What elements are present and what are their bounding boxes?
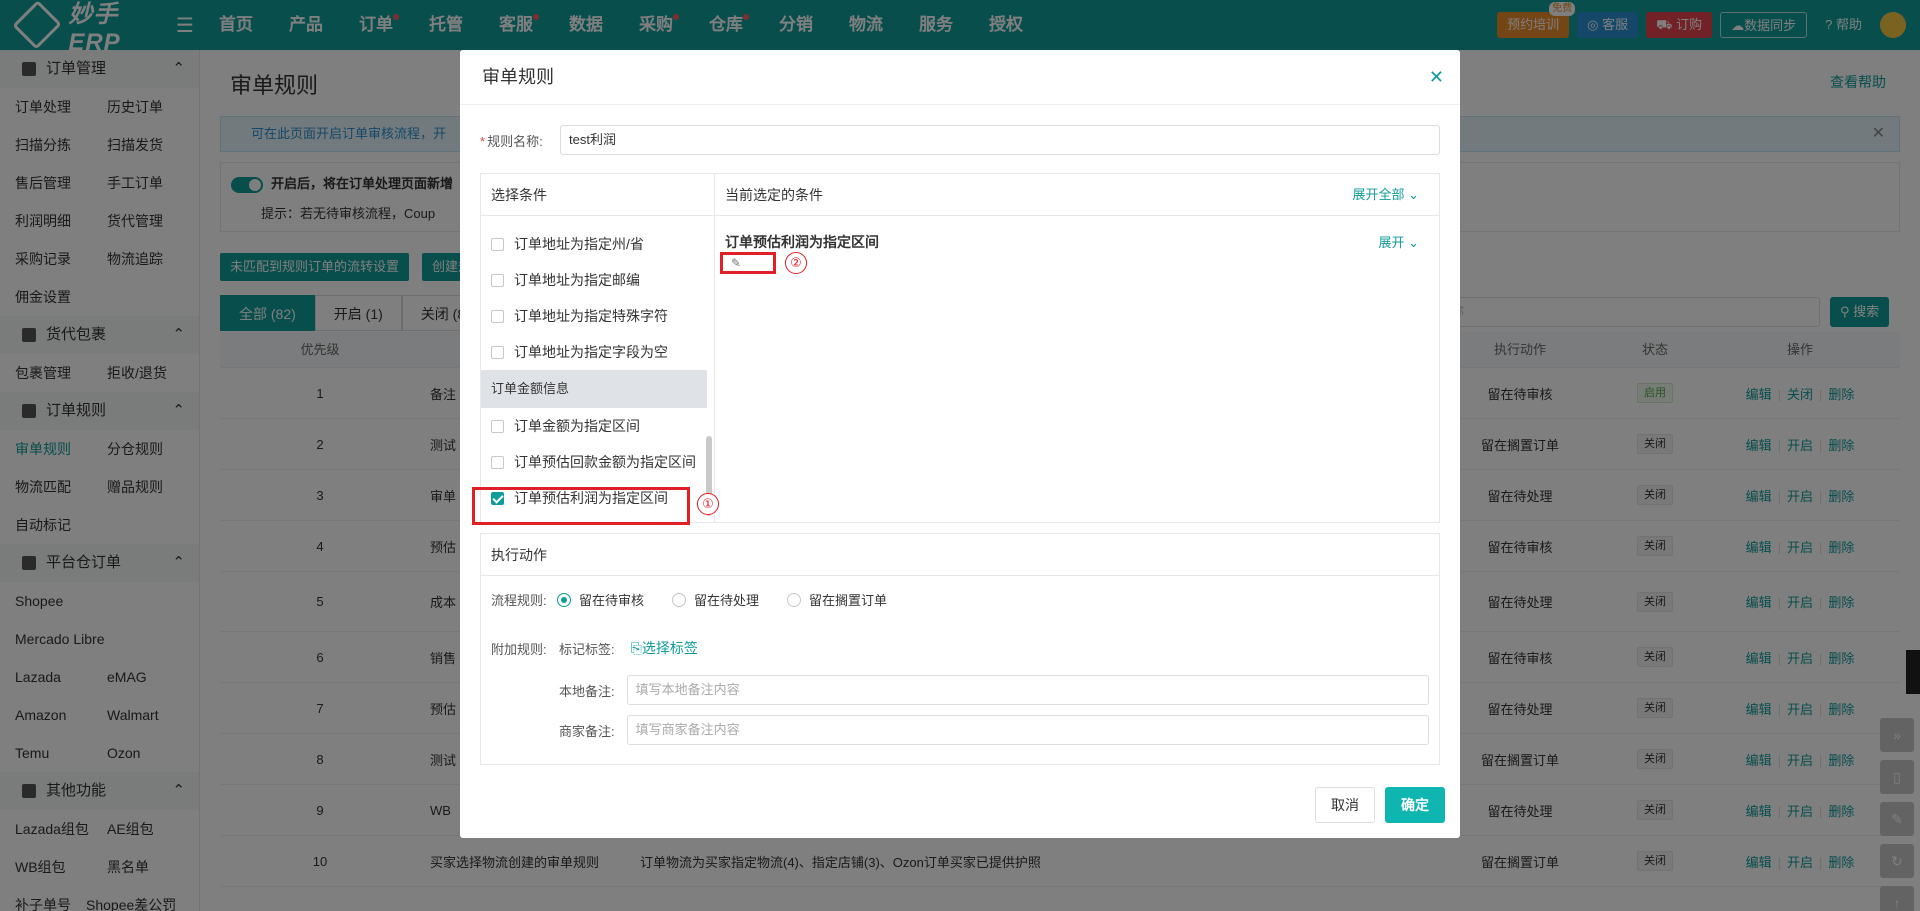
condition-label: 订单地址为指定州/省 bbox=[514, 236, 644, 252]
condition-item[interactable]: 订单预估回款金额为指定区间 bbox=[481, 444, 707, 480]
chevron-down-icon: ⌄ bbox=[1408, 187, 1419, 202]
radio[interactable] bbox=[672, 592, 687, 607]
condition-label: 订单地址为指定国家/地区 bbox=[514, 216, 672, 217]
highlight-box bbox=[472, 487, 690, 525]
seller-note-row: 商家备注: 填写商家备注内容 bbox=[559, 715, 1429, 745]
chevron-down-icon: ⌄ bbox=[1408, 235, 1419, 250]
execute-action-head: 执行动作 bbox=[481, 534, 1439, 576]
cancel-button[interactable]: 取消 bbox=[1315, 787, 1375, 823]
modal-title: 审单规则 ✕ bbox=[460, 50, 1460, 105]
flow-options: 留在待审核 留在待处理 留在搁置订单 bbox=[557, 590, 915, 609]
execute-action-panel: 执行动作 流程规则: 留在待审核 留在待处理 留在搁置订单 附加规则: 标记标签: … bbox=[480, 533, 1440, 765]
condition-label: 订单金额为指定区间 bbox=[514, 418, 640, 434]
radio-label: 留在搁置订单 bbox=[809, 593, 888, 608]
selected-condition-title: 订单预估利润为指定区间 bbox=[725, 234, 879, 250]
radio[interactable] bbox=[787, 592, 802, 607]
condition-item[interactable]: 订单地址为指定特殊字符 bbox=[481, 298, 707, 334]
radio-label: 留在待处理 bbox=[694, 593, 760, 608]
local-note-row: 本地备注: 填写本地备注内容 bbox=[559, 675, 1429, 705]
rule-modal: 审单规则 ✕ *规则名称: test利润 选择条件 订单地址为指定国家/地区订单… bbox=[460, 50, 1460, 838]
confirm-button[interactable]: 确定 bbox=[1385, 787, 1445, 823]
condition-item[interactable]: 订单地址为指定字段为空 bbox=[481, 334, 707, 370]
extra-rule-row: 附加规则: 标记标签: ⎘选择标签 bbox=[491, 638, 698, 658]
conditions-panel: 选择条件 订单地址为指定国家/地区订单地址为指定州/省订单地址为指定邮编订单地址… bbox=[480, 173, 1440, 523]
condition-item[interactable]: 订单地址为指定州/省 bbox=[481, 226, 707, 262]
condition-item[interactable]: 订单金额为指定区间 bbox=[481, 408, 707, 444]
extra-rule-label: 附加规则: bbox=[491, 641, 547, 657]
current-conditions-head: 当前选定的条件 bbox=[725, 187, 823, 203]
checkbox[interactable] bbox=[491, 419, 504, 433]
checkbox[interactable] bbox=[491, 273, 504, 287]
expand-all-button[interactable]: 展开全部 ⌄ bbox=[1352, 174, 1419, 216]
flow-radio-option[interactable]: 留在待审核 bbox=[557, 590, 644, 609]
flow-radio-option[interactable]: 留在待处理 bbox=[672, 590, 759, 609]
checkbox[interactable] bbox=[491, 237, 504, 251]
condition-label: 订单预估回款金额为指定区间 bbox=[514, 454, 696, 470]
rule-name-label: 规则名称: bbox=[487, 133, 543, 149]
local-note-label: 本地备注: bbox=[559, 683, 615, 699]
seller-note-input[interactable]: 填写商家备注内容 bbox=[626, 715, 1429, 745]
rule-name-row: * 规则名称: test利润 bbox=[480, 125, 1440, 155]
checkbox[interactable] bbox=[491, 345, 504, 359]
radio-label: 留在待审核 bbox=[579, 593, 645, 608]
rule-name-input[interactable]: test利润 bbox=[560, 125, 1440, 155]
selected-conditions: 当前选定的条件 展开全部 ⌄ 订单预估利润为指定区间 展开 ⌄ ✎ ② bbox=[715, 174, 1439, 522]
condition-label: 订单地址为指定字段为空 bbox=[514, 344, 668, 360]
checkbox[interactable] bbox=[491, 309, 504, 323]
annotation-marker-2: ② bbox=[785, 252, 807, 274]
flow-rule-label: 流程规则: bbox=[491, 593, 547, 608]
condition-item[interactable]: 订单地址为指定国家/地区 bbox=[481, 216, 707, 226]
tag-label: 标记标签: bbox=[559, 641, 615, 657]
select-conditions-head: 选择条件 bbox=[481, 174, 714, 216]
condition-list: 订单地址为指定国家/地区订单地址为指定州/省订单地址为指定邮编订单地址为指定特殊… bbox=[481, 216, 707, 522]
local-note-input[interactable]: 填写本地备注内容 bbox=[626, 675, 1429, 705]
condition-item[interactable]: 订单地址为指定邮编 bbox=[481, 262, 707, 298]
condition-section-amount: 订单金额信息 bbox=[481, 370, 707, 408]
condition-selector: 选择条件 订单地址为指定国家/地区订单地址为指定州/省订单地址为指定邮编订单地址… bbox=[481, 174, 715, 522]
condition-label: 订单地址为指定特殊字符 bbox=[514, 308, 668, 324]
radio[interactable] bbox=[557, 592, 571, 607]
choose-tag-link[interactable]: ⎘选择标签 bbox=[631, 638, 698, 658]
flow-rule-row: 流程规则: 留在待审核 留在待处理 留在搁置订单 bbox=[491, 590, 915, 609]
tag-icon: ⎘ bbox=[630, 640, 642, 656]
close-icon[interactable]: ✕ bbox=[1429, 50, 1444, 105]
pencil-icon: ✎ bbox=[731, 256, 742, 270]
seller-note-label: 商家备注: bbox=[559, 723, 615, 739]
checkbox[interactable] bbox=[491, 455, 504, 469]
condition-label: 订单地址为指定邮编 bbox=[514, 272, 640, 288]
flow-radio-option[interactable]: 留在搁置订单 bbox=[787, 590, 887, 609]
annotation-marker-1: ① bbox=[697, 493, 719, 515]
edit-condition-button[interactable]: ✎ bbox=[720, 252, 776, 274]
expand-button[interactable]: 展开 ⌄ bbox=[1378, 232, 1419, 251]
